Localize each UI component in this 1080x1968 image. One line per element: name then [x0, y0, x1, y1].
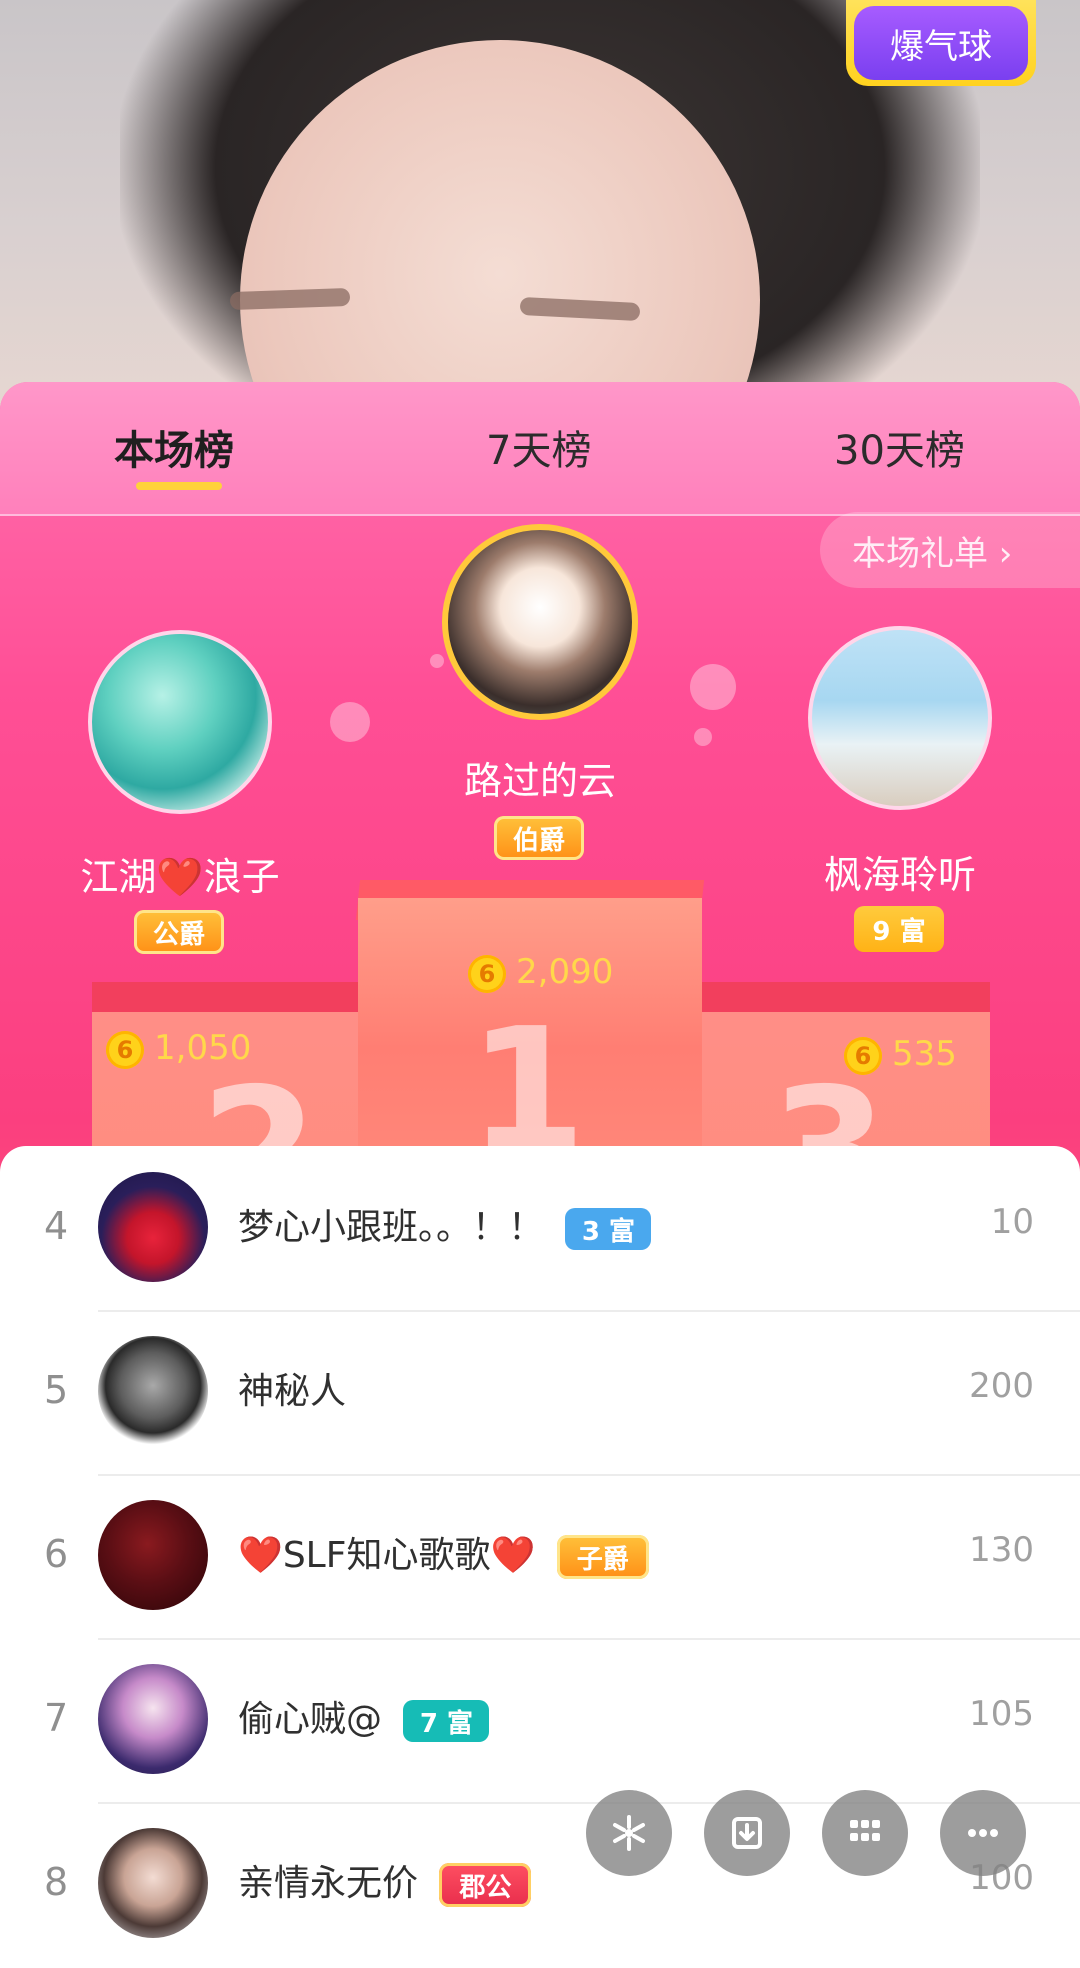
third-place-avatar[interactable] — [808, 626, 992, 810]
list-username-text: 偷心贼@ — [238, 1699, 383, 1740]
wealth-badge: 7 富 — [403, 1700, 490, 1742]
first-place-name: 路过的云 — [463, 759, 616, 803]
first-place-score-value: 2,090 — [516, 952, 614, 992]
active-tab-indicator — [136, 482, 222, 490]
list-username-text: 梦心小跟班。。！！ — [238, 1207, 545, 1248]
download-icon — [732, 1817, 762, 1849]
tab-30-days[interactable]: 30天榜 — [834, 418, 965, 476]
list-item[interactable]: 4 梦心小跟班。。！！ 3 富 10 — [0, 1148, 1080, 1312]
wealth-badge: 3 富 — [565, 1208, 652, 1250]
download-button[interactable] — [704, 1790, 790, 1876]
session-gift-list-link[interactable]: 本场礼单 › — [820, 512, 1080, 588]
second-place-score-value: 1,050 — [154, 1028, 252, 1068]
list-username: 神秘人 — [238, 1371, 347, 1412]
avatar[interactable] — [98, 1664, 208, 1774]
ranking-tabs: 本场榜 7天榜 30天榜 — [0, 382, 1080, 516]
first-place-score: 6 2,090 — [468, 952, 613, 993]
session-gift-list-label: 本场礼单 › — [852, 533, 1013, 574]
flower-button[interactable] — [586, 1790, 672, 1876]
list-rank: 4 — [44, 1204, 69, 1248]
list-value: 10 — [990, 1202, 1034, 1242]
noble-badge: 郡公 — [439, 1863, 532, 1907]
list-username: 偷心贼@ 7 富 — [238, 1690, 490, 1742]
third-place-name: 枫海聆听 — [823, 853, 976, 897]
second-place-name: 江湖❤️浪子 — [80, 855, 280, 899]
list-rank: 6 — [44, 1532, 69, 1576]
sparkle-dot — [694, 728, 712, 746]
coin-icon: 6 — [468, 954, 506, 993]
tab-this-session[interactable]: 本场榜 — [114, 418, 234, 476]
noble-badge: 子爵 — [556, 1535, 649, 1579]
list-item[interactable]: 5 神秘人 200 — [0, 1312, 1080, 1476]
first-place-avatar[interactable] — [442, 524, 638, 720]
boom-balloon-label: 爆气球 — [890, 26, 992, 67]
list-value: 200 — [969, 1366, 1034, 1406]
boom-balloon-label-wrap: 爆气球 — [854, 6, 1028, 80]
coin-icon: 6 — [844, 1036, 882, 1075]
second-place-avatar[interactable] — [88, 630, 272, 814]
boom-balloon-button[interactable]: 爆气球 — [846, 0, 1036, 86]
coin-icon: 6 — [106, 1030, 144, 1069]
third-place-score-value: 535 — [892, 1034, 957, 1074]
list-username: 梦心小跟班。。！！ 3 富 — [238, 1198, 652, 1250]
avatar[interactable] — [98, 1828, 208, 1938]
flower-icon — [613, 1815, 645, 1851]
list-username: 亲情永无价 郡公 — [238, 1854, 532, 1907]
second-place-score: 6 1,050 — [106, 1028, 251, 1069]
list-item[interactable]: 8 亲情永无价 郡公 100 — [0, 1804, 1080, 1968]
list-rank: 8 — [44, 1860, 69, 1904]
list-username-text: 亲情永无价 — [238, 1863, 419, 1904]
third-place-wealth-badge: 9 富 — [854, 906, 944, 952]
list-rank: 5 — [44, 1368, 69, 1412]
avatar[interactable] — [98, 1500, 208, 1610]
mystery-user-avatar[interactable] — [98, 1336, 208, 1446]
list-item[interactable]: 6 ❤️SLF知心歌歌❤️ 子爵 130 — [0, 1476, 1080, 1640]
first-place-noble-badge: 伯爵 — [494, 816, 584, 860]
list-value: 105 — [969, 1694, 1034, 1734]
more-icon — [968, 1829, 998, 1837]
list-item[interactable]: 7 偷心贼@ 7 富 105 — [0, 1640, 1080, 1804]
list-rank: 7 — [44, 1696, 69, 1740]
list-value: 130 — [969, 1530, 1034, 1570]
avatar[interactable] — [98, 1172, 208, 1282]
grid-icon — [850, 1820, 880, 1841]
apps-button[interactable] — [822, 1790, 908, 1876]
third-place-score: 6 535 — [844, 1034, 957, 1075]
tab-7-days[interactable]: 7天榜 — [486, 418, 591, 476]
live-video-area[interactable]: 爆气球 — [0, 0, 1080, 420]
list-username: ❤️SLF知心歌歌❤️ 子爵 — [238, 1526, 649, 1579]
more-button[interactable] — [940, 1790, 1026, 1876]
list-username-text: ❤️SLF知心歌歌❤️ — [238, 1535, 536, 1576]
sparkle-dot — [690, 664, 736, 710]
second-place-noble-badge: 公爵 — [134, 910, 224, 954]
sparkle-dot — [430, 654, 444, 668]
ranking-list: 4 梦心小跟班。。！！ 3 富 10 5 神秘人 200 6 ❤️SLF知心歌歌… — [0, 1146, 1080, 1938]
sparkle-dot — [330, 702, 370, 742]
